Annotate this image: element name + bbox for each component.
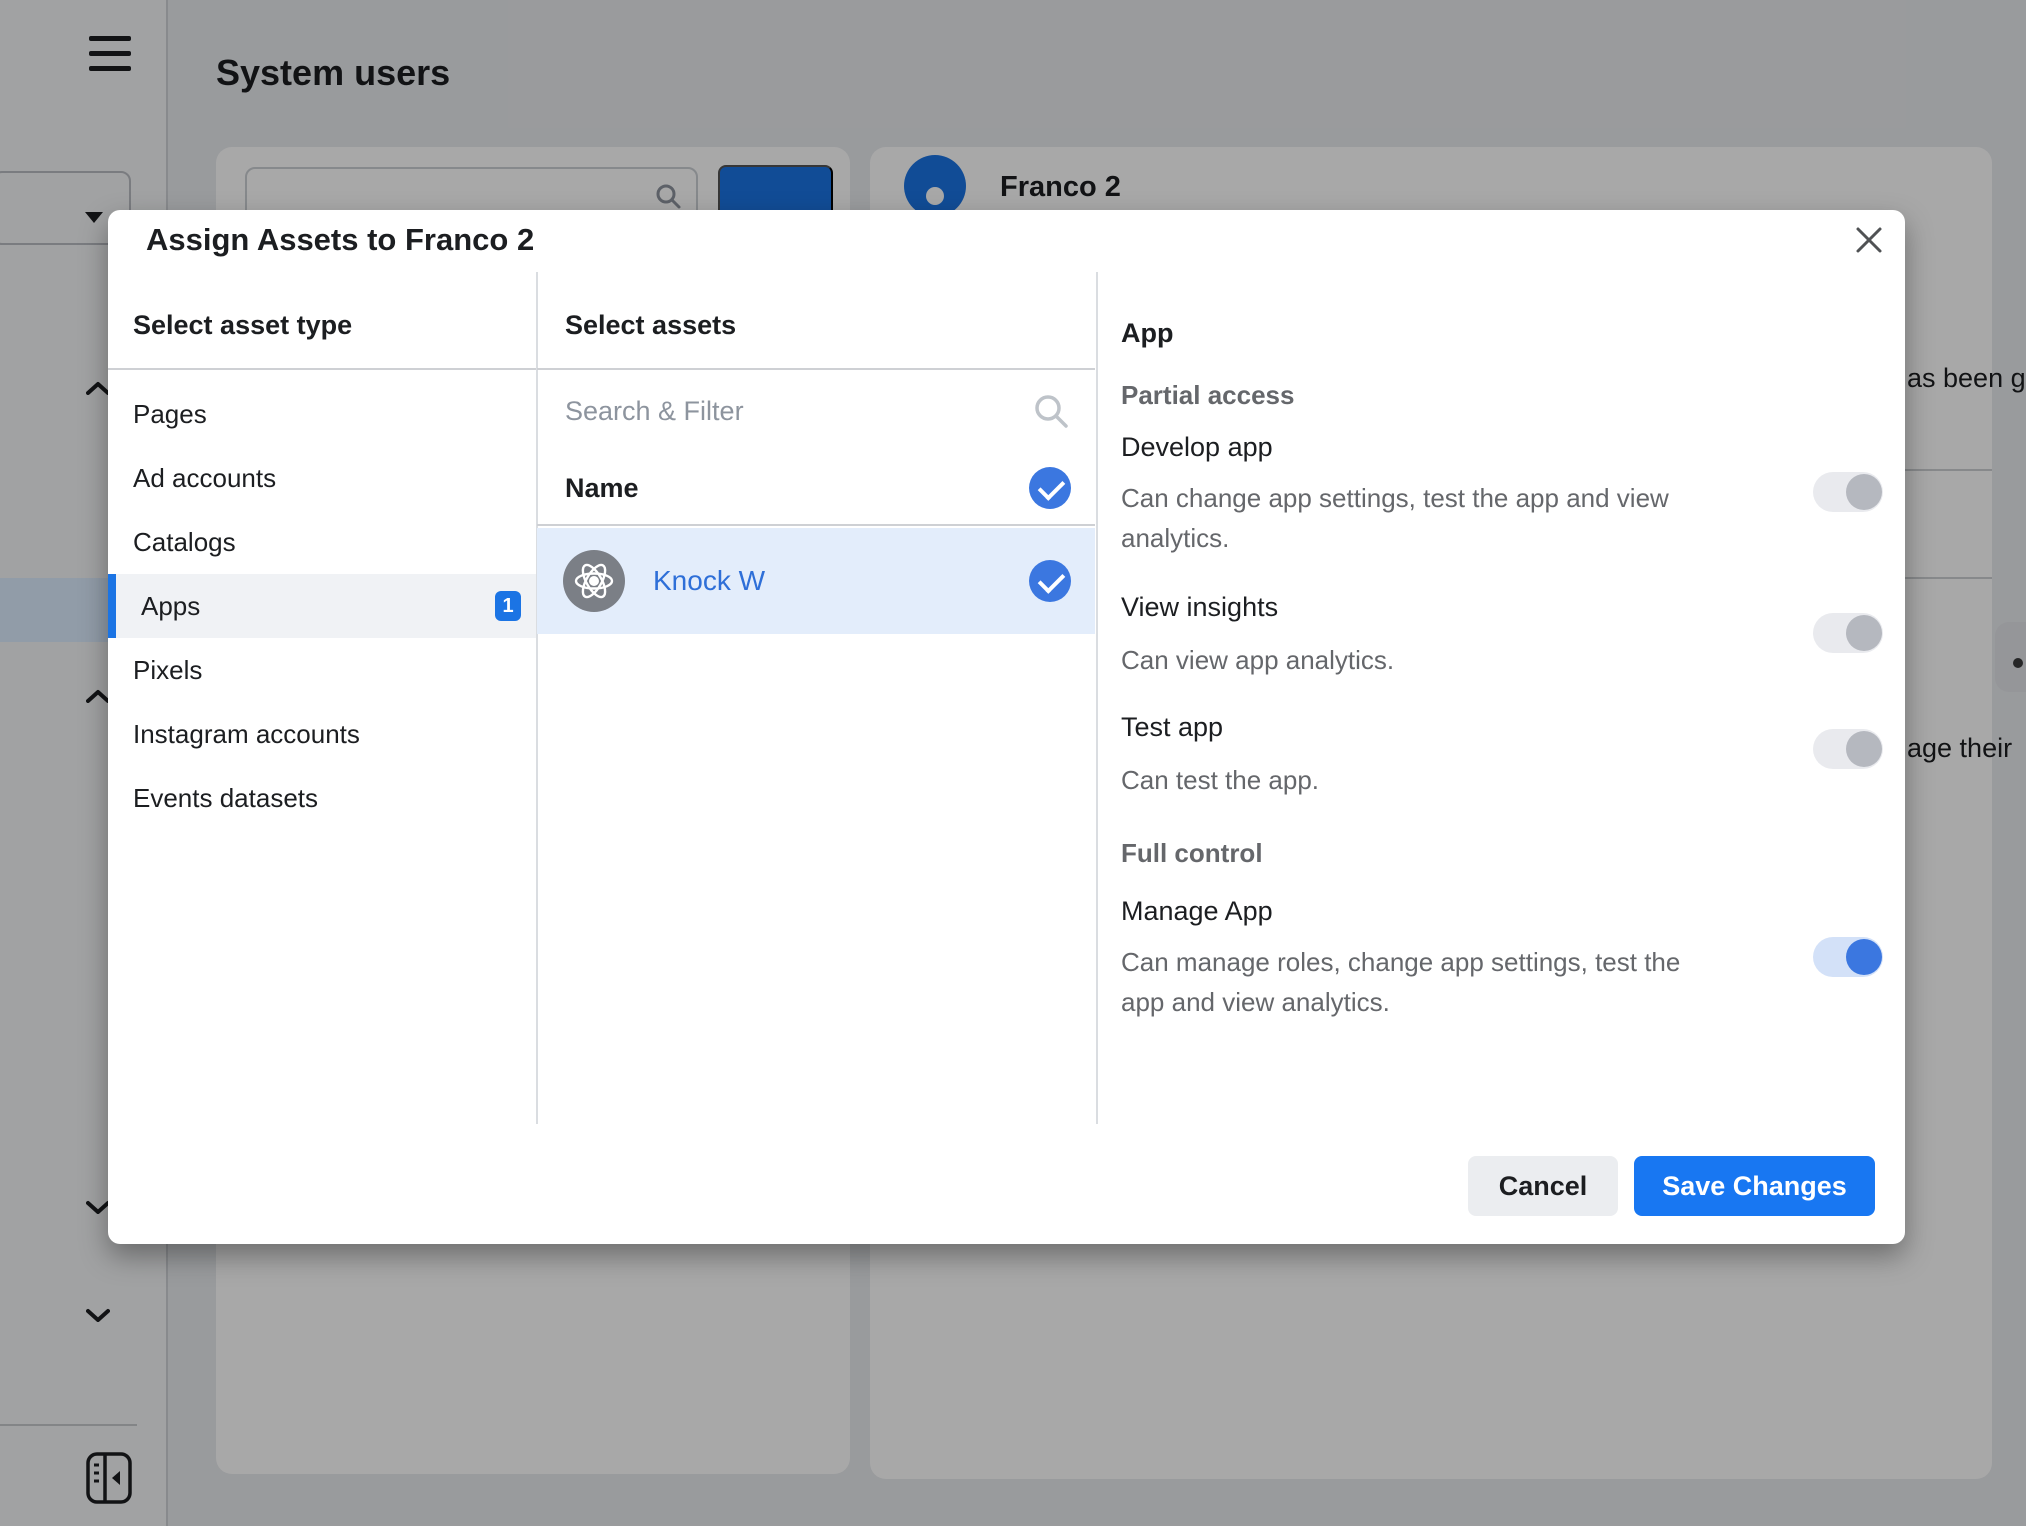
asset-type-ad-accounts[interactable]: Ad accounts — [108, 446, 536, 510]
manage-app-toggle[interactable] — [1813, 937, 1883, 977]
assign-assets-dialog: Assign Assets to Franco 2 Select asset t… — [108, 210, 1905, 1244]
manage-app-description: Can manage roles, change app settings, t… — [1121, 942, 1721, 1022]
search-icon — [1033, 393, 1069, 429]
column-divider — [1096, 272, 1098, 1124]
divider — [108, 368, 536, 370]
asset-type-pixels[interactable]: Pixels — [108, 638, 536, 702]
asset-type-catalogs[interactable]: Catalogs — [108, 510, 536, 574]
selected-count-badge: 1 — [495, 591, 521, 621]
select-all-check-icon[interactable] — [1029, 467, 1071, 509]
partial-access-header: Partial access — [1121, 380, 1821, 411]
assets-column-header: Select assets — [565, 310, 736, 341]
view-insights-description: Can view app analytics. — [1121, 640, 1721, 680]
asset-type-events-datasets[interactable]: Events datasets — [108, 766, 536, 830]
name-column-header: Name — [565, 473, 1029, 504]
test-app-toggle[interactable] — [1813, 729, 1883, 769]
view-insights-toggle[interactable] — [1813, 613, 1883, 653]
asset-type-instagram-accounts[interactable]: Instagram accounts — [108, 702, 536, 766]
dialog-title: Assign Assets to Franco 2 — [146, 222, 534, 258]
asset-type-pages[interactable]: Pages — [108, 382, 536, 446]
test-app-description: Can test the app. — [1121, 760, 1721, 800]
close-icon[interactable] — [1841, 212, 1897, 268]
assets-table-header-row: Name — [537, 452, 1095, 526]
save-button[interactable]: Save Changes — [1634, 1156, 1875, 1216]
app-atom-icon — [563, 550, 625, 612]
permissions-header: App — [1121, 318, 1821, 349]
view-insights-label: View insights — [1121, 592, 1821, 623]
test-app-label: Test app — [1121, 712, 1821, 743]
asset-type-column-header: Select asset type — [133, 310, 352, 341]
asset-row-knock-w[interactable]: Knock W — [537, 528, 1095, 634]
manage-app-label: Manage App — [1121, 896, 1821, 927]
develop-app-toggle[interactable] — [1813, 472, 1883, 512]
search-input[interactable]: Search & Filter — [537, 370, 1095, 452]
asset-check-icon[interactable] — [1029, 560, 1071, 602]
asset-name: Knock W — [653, 565, 1029, 597]
search-placeholder: Search & Filter — [565, 396, 1033, 427]
full-control-header: Full control — [1121, 838, 1821, 869]
cancel-button[interactable]: Cancel — [1468, 1156, 1618, 1216]
asset-type-apps[interactable]: Apps 1 — [108, 574, 536, 638]
develop-app-label: Develop app — [1121, 432, 1821, 463]
develop-app-description: Can change app settings, test the app an… — [1121, 478, 1721, 558]
